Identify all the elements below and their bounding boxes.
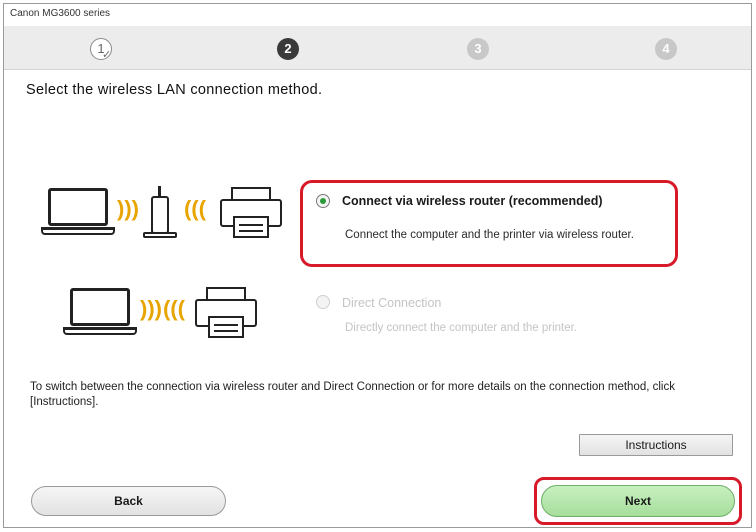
radio-wireless-router[interactable] (316, 194, 330, 208)
laptop-icon (48, 188, 108, 226)
radio-direct-connection[interactable] (316, 295, 330, 309)
step-1-done-indicator: 1 ✓ (90, 38, 112, 61)
wireless-signal-icon: ))) (163, 296, 185, 321)
instructions-button[interactable]: Instructions (579, 434, 733, 456)
step-2-active-indicator: 2 (277, 38, 299, 60)
step-4-indicator: 4 (655, 38, 677, 60)
option-wireless-router-label[interactable]: Connect via wireless router (recommended… (342, 194, 603, 208)
step-3-indicator: 3 (467, 38, 489, 60)
router-icon (151, 196, 169, 234)
radio-selected-dot (320, 198, 326, 204)
instructions-info-text: To switch between the connection via wir… (30, 381, 675, 408)
option-direct-connection-description: Directly connect the computer and the pr… (345, 322, 578, 334)
setup-window: Canon MG3600 series 1 ✓ 2 3 4 Select the… (3, 3, 752, 528)
next-button[interactable]: Next (541, 485, 735, 517)
checkmark-icon: ✓ (102, 49, 112, 61)
step-progress-bar: 1 ✓ 2 3 4 (4, 26, 751, 70)
back-button[interactable]: Back (31, 486, 226, 516)
laptop-icon (70, 288, 130, 326)
page-heading: Select the wireless LAN connection metho… (26, 82, 323, 98)
wireless-signal-icon: ))) (140, 296, 162, 321)
option-wireless-router-description: Connect the computer and the printer via… (345, 229, 634, 241)
option-direct-connection-label[interactable]: Direct Connection (342, 296, 441, 310)
window-title: Canon MG3600 series (10, 8, 111, 19)
wireless-signal-icon: ))) (184, 196, 206, 221)
wireless-signal-icon: ))) (117, 196, 139, 221)
